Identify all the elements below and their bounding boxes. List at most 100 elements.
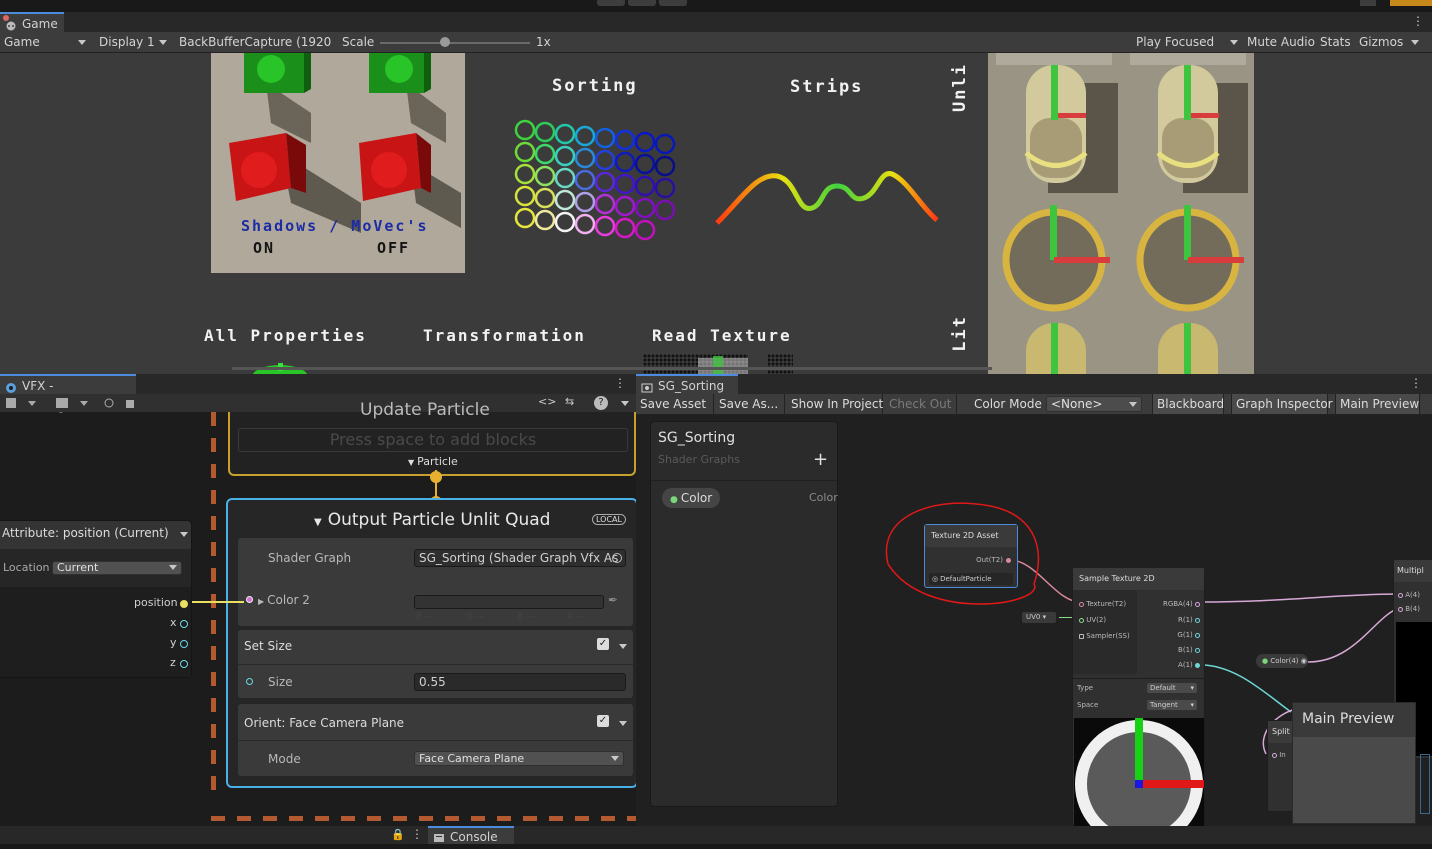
- multiply-input-a: A(4): [1398, 591, 1420, 599]
- color-property-port[interactable]: ◉: [1301, 657, 1307, 665]
- output-y-port[interactable]: [180, 640, 188, 648]
- chevron-down-icon[interactable]: [619, 644, 627, 649]
- multiply-b-port[interactable]: [1398, 606, 1403, 612]
- input-sampler-label: Sampler(SS): [1086, 632, 1130, 640]
- location-value: Current: [57, 561, 99, 574]
- tab-close-icon[interactable]: [3, 15, 9, 21]
- stats-toggle[interactable]: Stats: [1320, 32, 1351, 53]
- chevron-down-icon[interactable]: [619, 721, 627, 726]
- scale-slider-track[interactable]: [380, 42, 530, 44]
- main-preview-title: Main Preview: [1302, 711, 1395, 727]
- input-uv-label: UV(2): [1086, 616, 1107, 624]
- bottom-tab-bar: 🔒 ⋮ Console: [0, 826, 1432, 844]
- help-icon[interactable]: ?: [594, 396, 608, 410]
- console-tab-label: Console: [450, 830, 498, 844]
- view-mode-value: Game: [4, 35, 40, 49]
- input-sampler-port[interactable]: [1079, 633, 1084, 639]
- chevron-down-icon[interactable]: [180, 532, 188, 537]
- sliders-icon[interactable]: ⇆: [565, 395, 574, 408]
- output-position-port[interactable]: [180, 600, 188, 608]
- viewport-scrollbar[interactable]: [232, 367, 992, 370]
- play-button[interactable]: [597, 0, 625, 6]
- scale-slider-thumb[interactable]: [439, 37, 450, 47]
- kebab-menu-icon[interactable]: ⋮: [614, 376, 626, 390]
- display-dropdown[interactable]: Display 1: [99, 32, 171, 53]
- input-uv-port[interactable]: [1079, 617, 1084, 623]
- orient-block[interactable]: Orient: Face Camera Plane ✓ Mode Face Ca…: [238, 704, 633, 776]
- game-viewport[interactable]: Shadows / MoVec's ON OFF Sorting Strips …: [0, 53, 1432, 374]
- lock-icon[interactable]: 🔒: [391, 828, 405, 841]
- color2-field[interactable]: [414, 595, 604, 609]
- game-tab[interactable]: Game: [0, 12, 64, 32]
- vfx-tab[interactable]: VFX - SortingTest*: [0, 374, 136, 413]
- scale-value: 1x: [536, 35, 551, 49]
- gizmos-value: Gizmos: [1359, 35, 1404, 49]
- export-button[interactable]: [1390, 0, 1432, 6]
- sorting-label: Sorting: [552, 76, 638, 96]
- console-tab[interactable]: Console: [428, 826, 514, 844]
- attribute-node[interactable]: Attribute: position (Current) Location C…: [0, 520, 192, 678]
- output-g: G(1): [1177, 631, 1200, 639]
- main-preview-window[interactable]: Main Preview: [1292, 702, 1416, 824]
- output-x-port[interactable]: [180, 620, 188, 628]
- divider: [1073, 678, 1204, 679]
- texture-out-port[interactable]: [1006, 558, 1011, 563]
- set-size-block[interactable]: Set Size ✓ Size 0.55: [238, 630, 633, 698]
- step-button[interactable]: [659, 0, 687, 6]
- mode-dropdown[interactable]: Face Camera Plane: [414, 751, 624, 766]
- code-icon[interactable]: <>: [538, 395, 556, 408]
- chevron-down-icon[interactable]: [621, 401, 629, 406]
- multiply-node-title: Multipl: [1394, 560, 1432, 582]
- shadows-scene: Shadows / MoVec's ON OFF: [211, 53, 465, 273]
- output-rgba-port[interactable]: [1195, 601, 1200, 607]
- output-a-port[interactable]: [1195, 662, 1200, 668]
- object-picker-icon[interactable]: [612, 553, 622, 563]
- top-strip: [0, 0, 1432, 12]
- type-dropdown[interactable]: Default ▾: [1147, 683, 1197, 693]
- color2-port[interactable]: [246, 596, 253, 603]
- color-property-node[interactable]: ● Color(4) ◉: [1256, 654, 1308, 668]
- flow-output-port[interactable]: [430, 471, 442, 483]
- sample-texture-2d-node[interactable]: Sample Texture 2D Texture(T2) UV(2) Samp…: [1072, 567, 1205, 827]
- shadows-label: Shadows / MoVec's: [241, 217, 429, 235]
- space-dropdown[interactable]: Tangent ▾: [1147, 700, 1197, 710]
- history-icon[interactable]: [1360, 0, 1376, 6]
- mute-audio-toggle[interactable]: Mute Audio: [1247, 32, 1315, 53]
- shader-graph-value: SG_Sorting (Shader Graph Vfx As: [419, 551, 619, 565]
- play-mode-dropdown[interactable]: Play Focused: [1136, 32, 1240, 53]
- split-in-port[interactable]: [1272, 752, 1277, 758]
- location-dropdown[interactable]: Current: [52, 561, 182, 575]
- type-value: Default: [1150, 684, 1176, 692]
- size-port[interactable]: [246, 678, 253, 685]
- output-b-label: B(1): [1178, 646, 1193, 654]
- particle-flow-text: Particle: [417, 455, 458, 468]
- multiply-input-b: B(4): [1398, 605, 1420, 613]
- output-z-port[interactable]: [180, 660, 188, 668]
- view-mode-dropdown[interactable]: Game: [4, 32, 88, 53]
- uv-chip[interactable]: UV0 ▾: [1022, 612, 1056, 623]
- orient-enabled-checkbox[interactable]: ✓: [597, 715, 609, 727]
- all-properties-label: All Properties: [204, 326, 367, 345]
- press-space-hint[interactable]: Press space to add blocks: [238, 428, 628, 452]
- output-settings: Shader Graph SG_Sorting (Shader Graph Vf…: [238, 538, 633, 626]
- resolution-dropdown[interactable]: BackBufferCapture (1920: [179, 32, 331, 53]
- set-size-title: Set Size: [244, 639, 293, 653]
- size-input[interactable]: 0.55: [414, 673, 626, 691]
- scale-label: Scale: [342, 35, 375, 49]
- eyedropper-icon[interactable]: ✒: [608, 593, 618, 607]
- kebab-menu-icon[interactable]: ⋮: [411, 827, 423, 841]
- texture-object-field[interactable]: ◎ DefaultParticle: [929, 573, 1013, 585]
- input-texture-port[interactable]: [1079, 601, 1084, 607]
- shader-graph-field[interactable]: SG_Sorting (Shader Graph Vfx As: [414, 549, 626, 567]
- output-r-port[interactable]: [1195, 617, 1200, 623]
- output-b-port[interactable]: [1195, 647, 1200, 653]
- game-tab-label: Game: [22, 17, 58, 31]
- multiply-a-port[interactable]: [1398, 592, 1403, 598]
- expand-arrow-icon[interactable]: ▶: [258, 597, 264, 606]
- kebab-menu-icon[interactable]: ⋮: [1412, 14, 1424, 28]
- output-g-port[interactable]: [1195, 632, 1200, 638]
- texture-2d-asset-node[interactable]: Texture 2D Asset Out(T2) ◎ DefaultParticl…: [924, 524, 1018, 588]
- gizmos-dropdown[interactable]: Gizmos: [1359, 32, 1421, 53]
- set-size-enabled-checkbox[interactable]: ✓: [597, 638, 609, 650]
- pause-button[interactable]: [628, 0, 656, 6]
